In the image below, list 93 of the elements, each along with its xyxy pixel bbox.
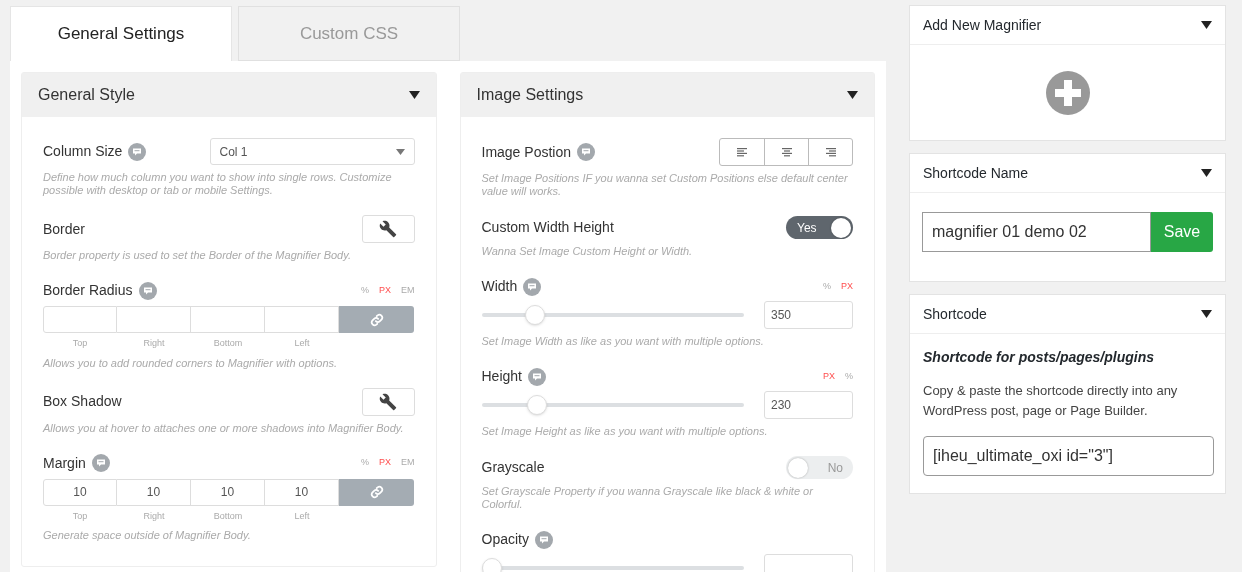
help-text: Set Image Height as like as you want with multiple options. (481, 425, 769, 438)
wrench-icon (379, 220, 397, 238)
unit-option[interactable]: PX (379, 456, 391, 470)
help-text: Allows you at hover to attaches one or more shadows into Magnifier Body. (43, 421, 405, 435)
field-label: Border Radius (43, 281, 133, 300)
slider-thumb[interactable] (525, 305, 546, 325)
field-label: Width (481, 277, 518, 296)
settings-button[interactable] (361, 387, 415, 416)
side-label: Left (293, 509, 311, 523)
align-center-icon (781, 147, 792, 157)
link-icon (369, 485, 384, 499)
input-field[interactable]: 10 (191, 478, 265, 506)
unit-option[interactable]: % (360, 456, 369, 470)
unit-option[interactable]: % (845, 369, 853, 384)
panel-title: General Style (38, 85, 135, 105)
unit-option[interactable]: PX (841, 279, 853, 294)
info-icon[interactable] (138, 281, 157, 300)
slider-track[interactable] (481, 558, 744, 572)
panel-title: Image Settings (476, 85, 584, 105)
input-field[interactable]: 230 (764, 391, 853, 419)
caret-icon[interactable] (408, 91, 420, 99)
field-label: Border (43, 219, 86, 239)
card-subtitle: Shortcode for posts/pages/plugins (923, 348, 1156, 367)
help-text: Set Grayscale Property if you wanna Grayscale like black & white or Colorful. (481, 485, 814, 511)
info-icon[interactable] (523, 277, 542, 296)
unit-option[interactable]: PX (379, 283, 391, 298)
info-icon[interactable] (534, 530, 553, 549)
input-field[interactable]: 10 (43, 478, 117, 506)
field-label: Image Postion (481, 142, 571, 162)
input-field[interactable] (43, 306, 117, 333)
side-label: Right (142, 509, 166, 523)
help-text: Set Image Positions IF you wanna set Custom Positions else default center value will works. (481, 172, 849, 198)
unit-option[interactable]: EM (401, 283, 415, 298)
tab[interactable]: General Settings (10, 6, 232, 61)
field-label: Margin (43, 453, 86, 473)
toggle-switch[interactable]: No (786, 456, 853, 479)
link-button[interactable] (339, 478, 414, 506)
unit-option[interactable]: EM (401, 456, 415, 470)
input-field[interactable]: magnifier 01 demo 02 (922, 212, 1151, 252)
save-button[interactable]: Save (1151, 212, 1213, 252)
unit-option[interactable]: PX (822, 369, 835, 384)
caret-icon[interactable] (847, 91, 858, 99)
link-icon (369, 312, 384, 327)
help-text: Set Image Width as like as you want with multiple options. (481, 335, 765, 348)
caret-icon[interactable] (1201, 21, 1212, 29)
info-icon[interactable] (527, 367, 546, 386)
wrench-icon (379, 392, 397, 411)
link-button[interactable] (339, 306, 414, 333)
unit-option[interactable]: % (822, 279, 831, 294)
field-label: Opacity (481, 530, 529, 549)
select-field[interactable]: Col 1 (209, 138, 415, 165)
add-icon[interactable] (1045, 70, 1090, 115)
info-icon[interactable] (91, 454, 110, 472)
input-field[interactable]: 10 (117, 478, 191, 506)
card-title: Shortcode (923, 304, 987, 324)
field-label: Column Size (43, 142, 123, 161)
side-label: Bottom (212, 509, 244, 523)
tab[interactable]: Custom CSS (238, 6, 460, 61)
input-field[interactable] (191, 306, 265, 333)
help-text: Generate space outside of Magnifier Body. (43, 529, 252, 542)
unit-option[interactable]: % (360, 283, 369, 298)
field-label: Grayscale (481, 458, 545, 477)
toggle-switch[interactable]: Yes (786, 216, 853, 239)
align-right-icon (825, 147, 836, 157)
slider-thumb[interactable] (527, 395, 548, 415)
card-title: Shortcode Name (923, 163, 1029, 183)
slider-track[interactable] (481, 305, 744, 325)
alignment-control[interactable] (719, 138, 853, 166)
input-field[interactable]: 350 (764, 301, 853, 329)
info-icon[interactable] (577, 143, 595, 161)
help-text: Wanna Set Image Custom Height or Width. (481, 245, 694, 258)
side-label: Right (142, 337, 166, 350)
side-label: Top (71, 509, 89, 523)
caret-icon[interactable] (1201, 169, 1212, 177)
card-text: Copy & paste the shortcode directly into any WordPress post, page or Page Builder. (923, 382, 1179, 420)
help-text: Define how much column you want to show into single rows. Customize possible with desktop or tab or mobile Settings. (43, 171, 393, 197)
caret-icon[interactable] (1201, 310, 1212, 318)
side-label: Left (293, 337, 311, 350)
align-left-icon (737, 147, 747, 157)
side-label: Top (71, 337, 89, 350)
info-icon[interactable] (128, 142, 147, 161)
input-field[interactable] (117, 306, 191, 333)
slider-thumb[interactable] (481, 558, 502, 572)
field-label: Custom Width Height (481, 218, 614, 237)
field-label: Height (481, 367, 522, 386)
settings-button[interactable] (361, 215, 415, 243)
field-label: Box Shadow (43, 392, 122, 411)
shortcode-field[interactable]: [iheu_ultimate_oxi id="3"] (923, 436, 1214, 476)
help-text: Border property is used to set the Border of the Magnifier Body. (43, 249, 352, 262)
help-text: Allows you to add rounded corners to Magnifier with options. (43, 356, 339, 370)
side-label: Bottom (212, 337, 244, 350)
card-title: Add New Magnifier (923, 15, 1042, 35)
slider-track[interactable] (481, 395, 744, 415)
